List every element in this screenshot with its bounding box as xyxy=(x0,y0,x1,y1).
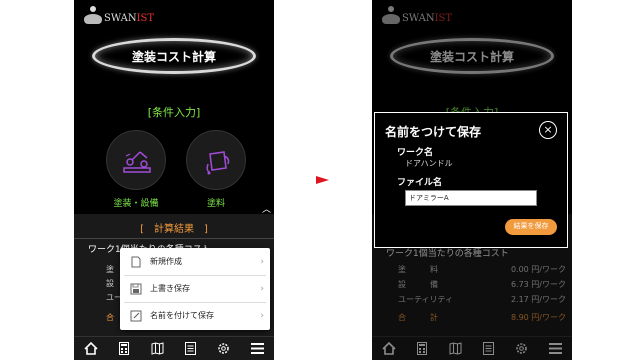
result-heading: [ 計算結果 ] xyxy=(140,224,208,235)
menu-icon[interactable] xyxy=(245,339,269,359)
row-label-total: 合 xyxy=(106,313,114,322)
row-label-equipment: 設 xyxy=(106,279,114,288)
save-icon xyxy=(130,283,142,294)
menu-item-save-as[interactable]: 名前を付けて保存 › xyxy=(120,302,270,329)
home-icon[interactable] xyxy=(79,339,103,359)
chevron-right-icon: › xyxy=(260,310,264,321)
save-as-icon xyxy=(130,310,142,321)
menu-item-new[interactable]: 新規作成 › xyxy=(120,248,270,275)
paint-bucket-icon xyxy=(206,151,230,175)
menu-item-overwrite-label: 上書き保存 xyxy=(150,284,190,293)
new-document-icon xyxy=(131,256,141,267)
right-phone-screen: SWANIST 塗装コスト計算 [条件入力] ワーク1個当たりの各種コスト 塗 … xyxy=(372,0,572,360)
chevron-right-icon: › xyxy=(260,256,264,267)
conditions-heading: [条件入力] xyxy=(147,106,201,119)
calculator-icon[interactable] xyxy=(112,339,136,359)
menu-item-new-label: 新規作成 xyxy=(150,257,182,266)
save-result-button[interactable]: 結果を保存 xyxy=(505,219,557,235)
settings-icon[interactable] xyxy=(212,339,236,359)
save-as-dialog: 名前をつけて保存 × ワーク名 ドアハンドル ファイル名 結果を保存 xyxy=(374,112,568,248)
map-icon[interactable] xyxy=(145,339,169,359)
work-name-label: ワーク名 xyxy=(397,148,434,158)
transition-arrow-icon xyxy=(316,176,329,184)
work-name-value: ドアハンドル xyxy=(405,159,453,168)
stage: SWANIST 塗装コスト計算 [条件入力] 塗装・設備 塗料 ︿ [計算結果… xyxy=(0,0,640,360)
paint-equipment-icon xyxy=(123,151,151,173)
menu-item-overwrite-save[interactable]: 上書き保存 › xyxy=(120,275,270,302)
paint-label: 塗料 xyxy=(206,199,225,209)
left-phone-screen: SWANIST 塗装コスト計算 [条件入力] 塗装・設備 塗料 ︿ [計算結果… xyxy=(74,0,274,360)
close-icon[interactable]: × xyxy=(539,121,557,139)
file-name-label: ファイル名 xyxy=(397,178,443,188)
bottom-navbar xyxy=(74,336,274,360)
paint-equipment-button[interactable] xyxy=(106,130,166,190)
menu-item-save-as-label: 名前を付けて保存 xyxy=(150,311,214,320)
result-divider xyxy=(74,238,274,239)
paint-equipment-label: 塗装・設備 xyxy=(113,199,159,209)
page-title: 塗装コスト計算 xyxy=(131,49,216,64)
swan-logo-icon xyxy=(82,4,104,32)
file-name-input[interactable] xyxy=(405,190,537,206)
logo-text: SWANIST xyxy=(104,13,155,24)
row-label-paint: 塗 xyxy=(106,265,114,274)
dialog-title: 名前をつけて保存 xyxy=(385,125,482,139)
document-icon[interactable] xyxy=(179,339,203,359)
title-banner: 塗装コスト計算 xyxy=(92,38,256,74)
paint-button[interactable] xyxy=(186,130,246,190)
file-menu: 新規作成 › 上書き保存 › 名前を付けて保存 › xyxy=(120,248,270,330)
chevron-right-icon: › xyxy=(260,283,264,294)
app-logo: SWANIST xyxy=(82,4,172,34)
